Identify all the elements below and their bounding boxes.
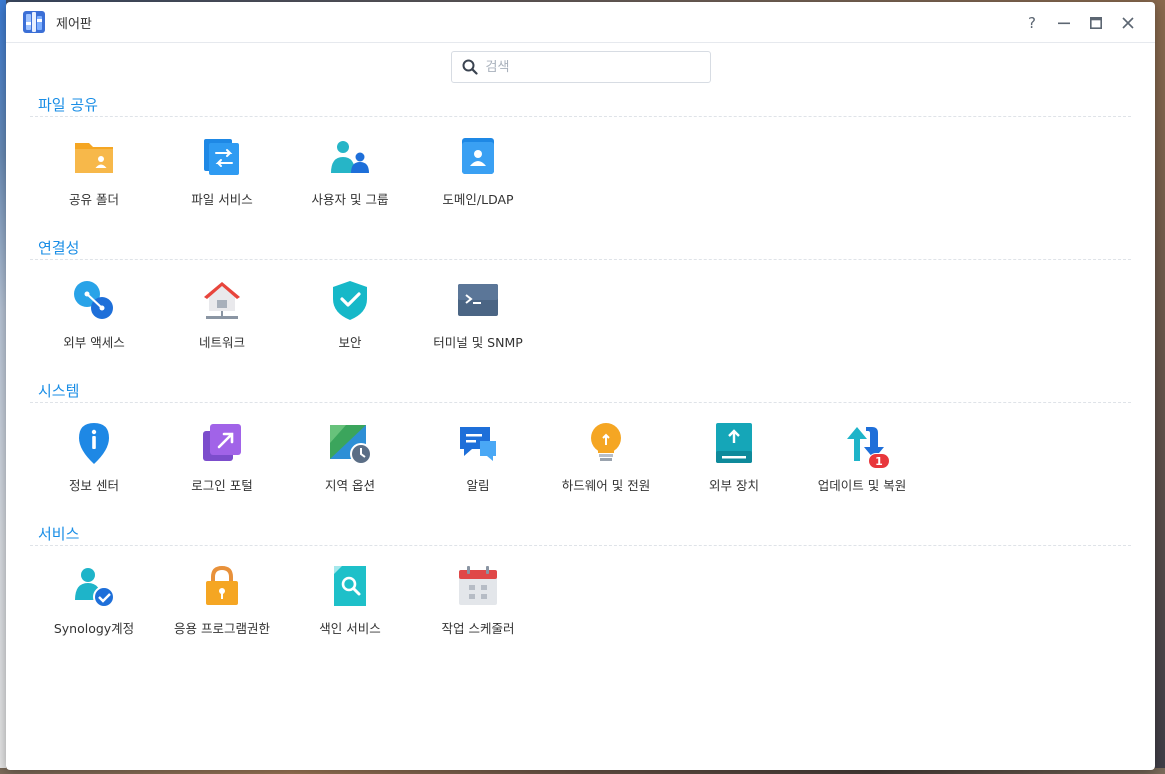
info-center-icon	[79, 423, 109, 464]
terminal-item[interactable]: 터미널 및 SNMP	[414, 278, 542, 379]
external-access-item[interactable]: 외부 액세스	[30, 278, 158, 379]
task-scheduler-icon	[459, 566, 497, 605]
shared-folder-item[interactable]: 공유 폴더	[30, 135, 158, 236]
network-item[interactable]: 네트워크	[158, 278, 286, 379]
indexing-service-item[interactable]: 색인 서비스	[286, 564, 414, 665]
external-devices-label: 외부 장치	[709, 478, 759, 493]
login-portal-item[interactable]: 로그인 포털	[158, 421, 286, 522]
synology-account-label: Synology계정	[53, 621, 135, 636]
maximize-icon	[1090, 16, 1102, 29]
control-panel-window: 제어판 ? 파일 공유	[6, 2, 1155, 770]
security-shield-icon	[333, 281, 367, 320]
network-label: 네트워크	[198, 335, 245, 350]
login-portal-label: 로그인 포털	[191, 478, 253, 493]
section-title: 서비스	[30, 522, 1131, 546]
section-title: 시스템	[30, 379, 1131, 403]
network-icon	[204, 282, 240, 319]
external-access-icon	[74, 281, 113, 319]
terminal-label: 터미널 및 SNMP	[433, 335, 523, 350]
user-group-icon	[331, 141, 369, 173]
security-label: 보안	[338, 335, 362, 350]
terminal-icon	[458, 284, 498, 316]
section-services: 서비스 Synology계정 응용 프로그램권한 색인 서비스 작업 스케줄러	[30, 522, 1131, 665]
application-privileges-label: 응용 프로그램권한	[174, 621, 270, 636]
task-scheduler-label: 작업 스케줄러	[441, 621, 515, 636]
info-center-item[interactable]: 정보 센터	[30, 421, 158, 522]
regional-options-item[interactable]: 지역 옵션	[286, 421, 414, 522]
search-icon	[462, 59, 478, 75]
hardware-power-label: 하드웨어 및 전원	[561, 478, 651, 493]
notification-label: 알림	[466, 478, 490, 493]
domain-ldap-icon	[462, 138, 494, 174]
external-access-label: 외부 액세스	[63, 335, 125, 350]
external-devices-icon	[716, 423, 752, 463]
external-devices-item[interactable]: 외부 장치	[670, 421, 798, 522]
minimize-icon	[1058, 22, 1070, 24]
window-controls: ?	[1019, 2, 1141, 43]
task-scheduler-item[interactable]: 작업 스케줄러	[414, 564, 542, 665]
file-services-icon	[204, 139, 239, 175]
section-connectivity: 연결성 외부 액세스 네트워크 보안 터미널 및 SNMP	[30, 236, 1131, 379]
user-group-item[interactable]: 사용자 및 그룹	[286, 135, 414, 236]
indexing-service-label: 색인 서비스	[319, 621, 381, 636]
help-button[interactable]: ?	[1019, 10, 1045, 36]
hardware-power-icon	[591, 423, 621, 461]
synology-account-icon	[75, 568, 115, 608]
update-badge: 1	[868, 453, 890, 469]
regional-options-label: 지역 옵션	[325, 478, 375, 493]
indexing-service-icon	[334, 566, 366, 606]
regional-options-icon	[330, 425, 372, 465]
close-button[interactable]	[1115, 10, 1141, 36]
section-file-sharing: 파일 공유 공유 폴더 파일 서비스 사용자 및 그룹 도메인/LDAP	[30, 93, 1131, 236]
maximize-button[interactable]	[1083, 10, 1109, 36]
search-input[interactable]	[485, 59, 686, 75]
security-item[interactable]: 보안	[286, 278, 414, 379]
domain-ldap-label: 도메인/LDAP	[442, 192, 514, 207]
minimize-button[interactable]	[1051, 10, 1077, 36]
window-titlebar[interactable]: 제어판 ?	[6, 2, 1155, 43]
domain-ldap-item[interactable]: 도메인/LDAP	[414, 135, 542, 236]
section-system: 시스템 정보 센터 로그인 포털 지역 옵션 알림 하드웨어 및 전원 외부 장…	[30, 379, 1131, 522]
search-area	[6, 43, 1155, 93]
section-title: 연결성	[30, 236, 1131, 260]
window-title: 제어판	[56, 16, 92, 32]
close-icon	[1122, 16, 1134, 29]
help-icon: ?	[1028, 13, 1036, 32]
update-restore-item[interactable]: 1 업데이트 및 복원	[798, 421, 926, 522]
info-center-label: 정보 센터	[69, 478, 119, 493]
user-group-label: 사용자 및 그룹	[311, 192, 389, 207]
synology-account-item[interactable]: Synology계정	[30, 564, 158, 665]
update-restore-icon-wrap: 1	[840, 421, 890, 469]
update-restore-label: 업데이트 및 복원	[817, 478, 907, 493]
notification-icon	[460, 427, 496, 461]
section-title: 파일 공유	[30, 93, 1131, 117]
hardware-power-item[interactable]: 하드웨어 및 전원	[542, 421, 670, 522]
control-panel-app-icon	[23, 11, 45, 33]
login-portal-icon	[203, 424, 241, 461]
application-privileges-icon	[206, 565, 238, 605]
search-box[interactable]	[450, 51, 711, 83]
file-services-item[interactable]: 파일 서비스	[158, 135, 286, 236]
shared-folder-label: 공유 폴더	[69, 192, 119, 207]
control-panel-content: 파일 공유 공유 폴더 파일 서비스 사용자 및 그룹 도메인/LDAP 연결성…	[6, 93, 1155, 665]
shared-folder-icon	[75, 143, 113, 173]
application-privileges-item[interactable]: 응용 프로그램권한	[158, 564, 286, 665]
notification-item[interactable]: 알림	[414, 421, 542, 522]
file-services-label: 파일 서비스	[191, 192, 253, 207]
